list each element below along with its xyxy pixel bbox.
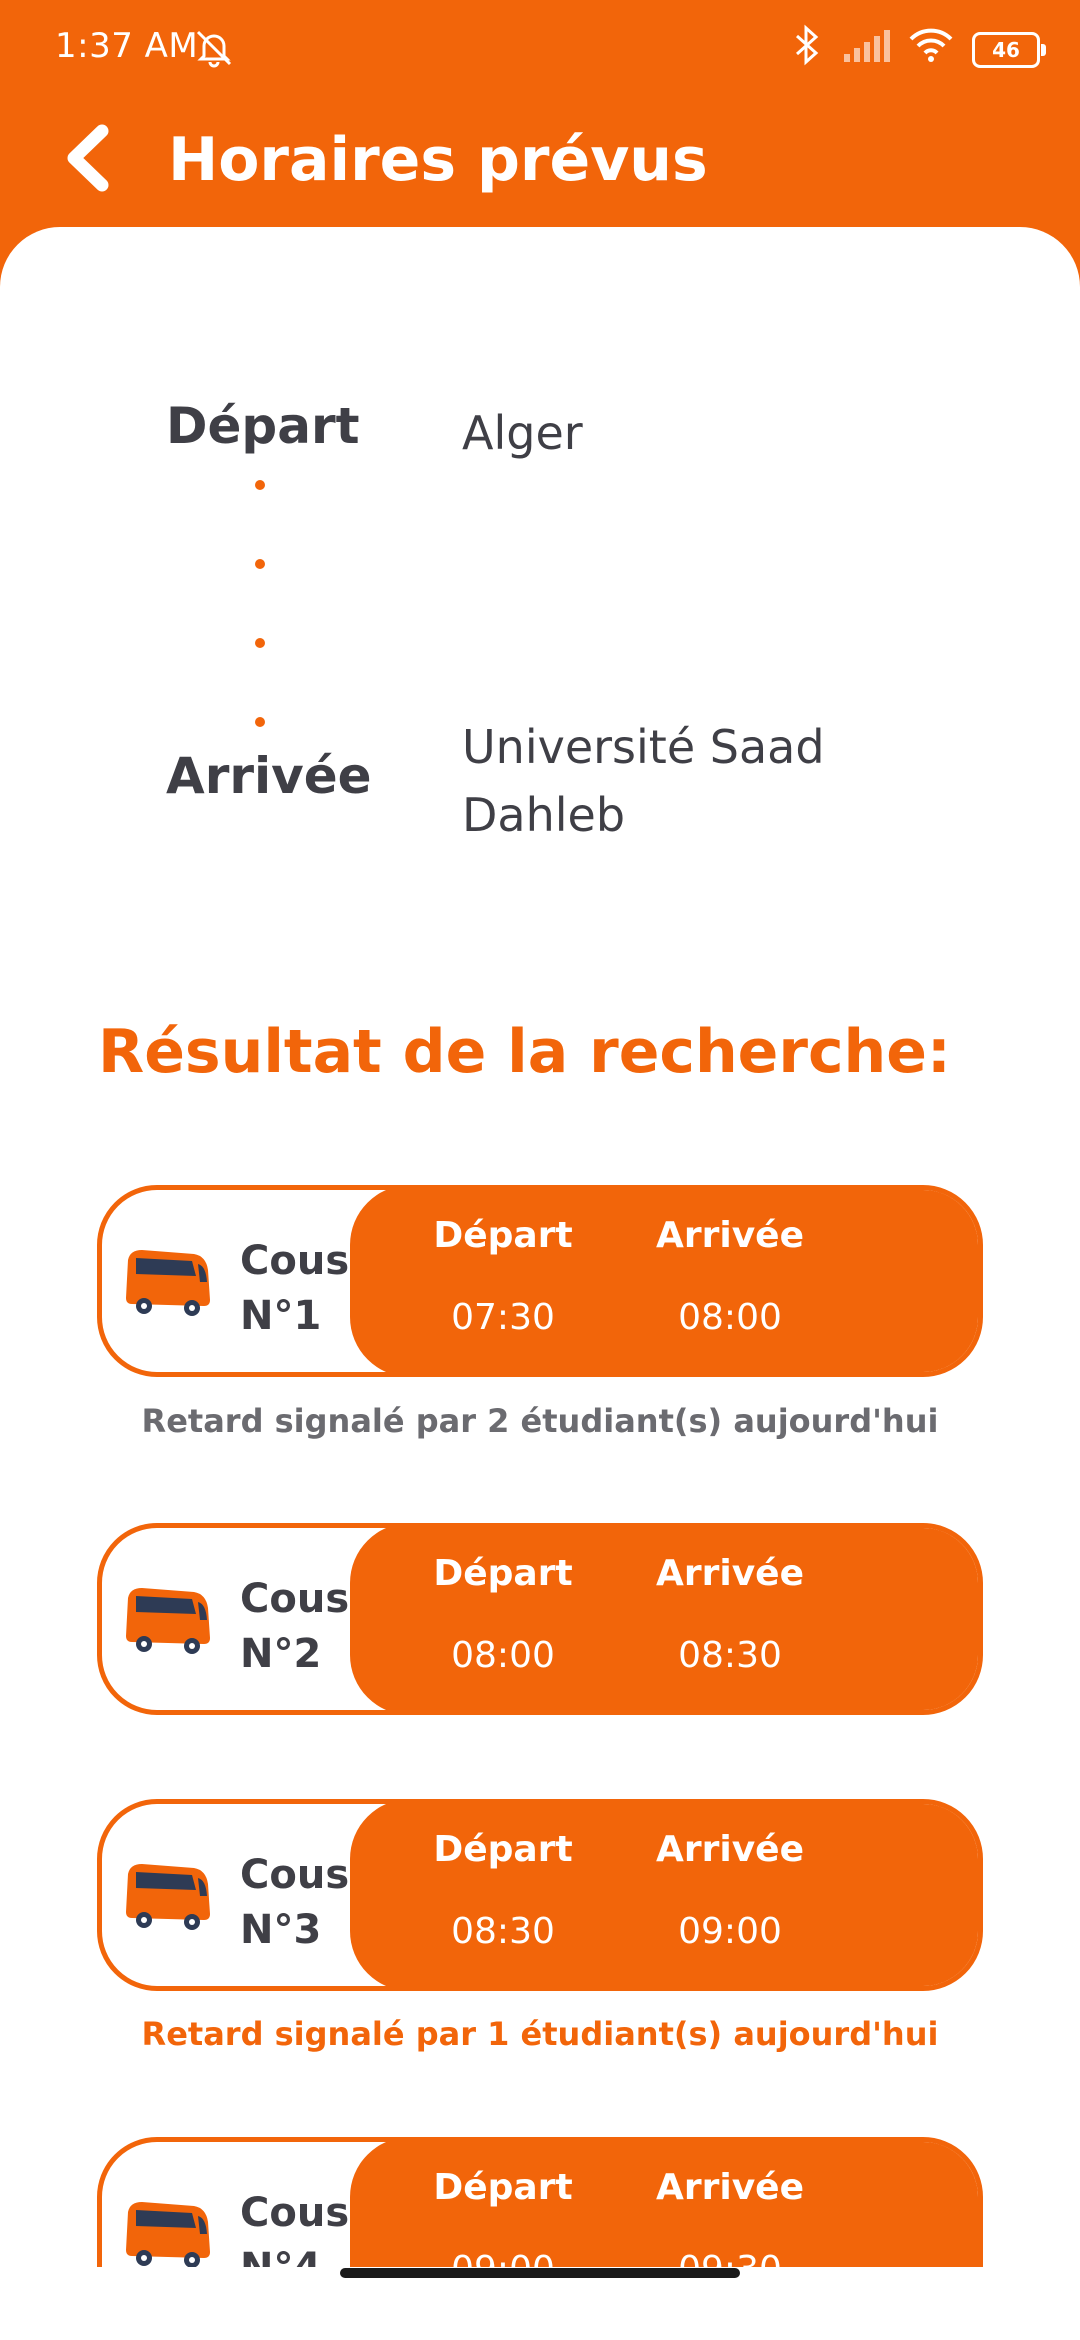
depart-header: Départ — [433, 2167, 573, 2208]
bus-icon — [122, 1580, 214, 1662]
route-dot — [255, 480, 265, 490]
wifi-icon — [908, 27, 954, 72]
card-times: Départ Arrivée 08:30 09:00 — [350, 1804, 978, 1986]
arrival-time: 08:30 — [678, 1635, 782, 1676]
arrival-header: Arrivée — [655, 1829, 804, 1870]
depart-time: 08:30 — [451, 1911, 555, 1952]
app-bar: Horaires prévus — [0, 95, 1080, 230]
arrival-header: Arrivée — [655, 2167, 804, 2208]
bus-icon — [122, 2194, 214, 2276]
route-dot — [255, 638, 265, 648]
chevron-left-icon — [60, 123, 120, 197]
bus-icon — [122, 1242, 214, 1324]
battery-icon: 46 — [972, 31, 1046, 68]
arrival-header: Arrivée — [655, 1215, 804, 1256]
route-depart-label: Départ — [166, 397, 360, 455]
page-title: Horaires prévus — [168, 125, 708, 195]
schedule-card[interactable]: Cous N°1 Départ Arrivée 07:30 08:00 — [97, 1185, 983, 1377]
route-arrival-label: Arrivée — [166, 747, 372, 805]
route-dot — [255, 559, 265, 569]
schedule-card[interactable]: Cous N°2 Départ Arrivée 08:00 08:30 — [97, 1523, 983, 1715]
route-depart-value: Alger — [462, 406, 583, 460]
depart-time: 07:30 — [451, 1297, 555, 1338]
route-arrival-value: Université Saad Dahleb — [462, 720, 825, 842]
arrival-time: 08:00 — [678, 1297, 782, 1338]
arrival-header: Arrivée — [655, 1553, 804, 1594]
status-time: 1:37 AM — [55, 26, 199, 66]
status-bar: 1:37 AM 46 — [0, 0, 1080, 95]
bus-icon — [122, 1856, 214, 1938]
results-title: Résultat de la recherche: — [98, 1017, 951, 1087]
card-times: Départ Arrivée 08:00 08:30 — [350, 1528, 978, 1710]
depart-header: Départ — [433, 1829, 573, 1870]
delay-note: Retard signalé par 2 étudiant(s) aujourd… — [141, 1402, 939, 1440]
depart-header: Départ — [433, 1215, 573, 1256]
signal-icon — [842, 28, 890, 71]
back-button[interactable] — [45, 115, 135, 205]
status-icons: 46 — [790, 24, 1046, 75]
bell-off-icon — [190, 24, 238, 72]
home-indicator[interactable] — [340, 2268, 740, 2278]
depart-header: Départ — [433, 1553, 573, 1594]
route-dot — [255, 717, 265, 727]
bluetooth-icon — [790, 24, 824, 75]
arrival-time: 09:00 — [678, 1911, 782, 1952]
depart-time: 08:00 — [451, 1635, 555, 1676]
content-sheet: Départ Alger Arrivée Université Saad Dah… — [0, 227, 1080, 2340]
delay-note: Retard signalé par 1 étudiant(s) aujourd… — [141, 2015, 939, 2053]
schedule-card[interactable]: Cous N°3 Départ Arrivée 08:30 09:00 — [97, 1799, 983, 1991]
card-times: Départ Arrivée 07:30 08:00 — [350, 1190, 978, 1372]
